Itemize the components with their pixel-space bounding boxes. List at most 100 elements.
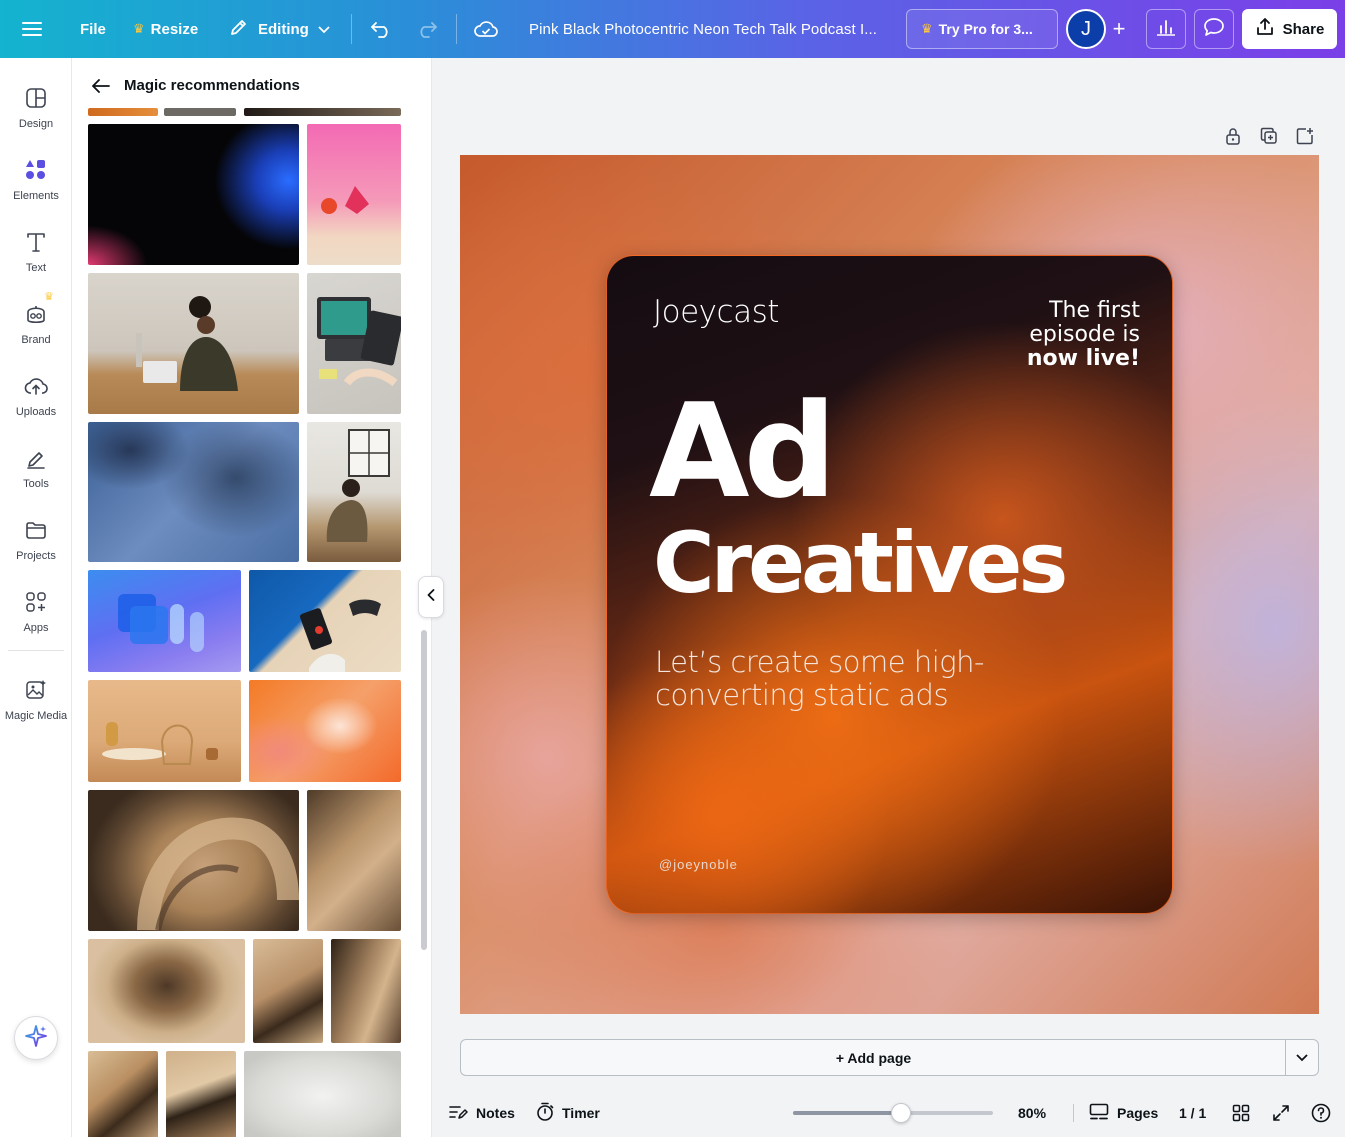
subtitle-text[interactable]: Let’s create some high-converting static… — [655, 646, 1055, 712]
pages-button[interactable]: Pages — [1089, 1095, 1158, 1131]
rail-item-design[interactable]: Design — [0, 80, 72, 144]
toolbar-divider — [351, 14, 352, 44]
headline-ad[interactable]: Ad — [649, 386, 837, 516]
editing-label: Editing — [258, 20, 309, 38]
magic-assistant-button[interactable] — [14, 1016, 58, 1060]
pages-label: Pages — [1117, 1105, 1159, 1121]
redo-icon[interactable] — [414, 0, 440, 58]
image-thumbnail[interactable] — [88, 570, 241, 672]
image-thumbnail[interactable] — [307, 422, 401, 562]
left-rail: Design Elements Text ♛ Brand Uploads Too… — [0, 58, 72, 1137]
rail-item-text[interactable]: Text — [0, 224, 72, 288]
rail-divider — [8, 650, 64, 651]
image-thumbnail[interactable] — [307, 124, 401, 265]
editing-mode-button[interactable]: Editing — [229, 0, 330, 58]
image-thumbnail[interactable] — [166, 1051, 236, 1137]
zoom-slider-handle[interactable] — [891, 1103, 911, 1123]
help-icon[interactable] — [1310, 1102, 1332, 1124]
episode-line-1: The first — [1049, 298, 1140, 323]
image-thumbnail[interactable] — [88, 790, 299, 931]
cloud-saved-icon[interactable] — [472, 0, 500, 58]
image-thumbnail[interactable] — [307, 790, 401, 931]
image-thumbnail[interactable] — [88, 680, 241, 782]
rail-label-projects: Projects — [16, 550, 56, 562]
panel-header: Magic recommendations — [72, 58, 431, 114]
insights-button[interactable] — [1146, 9, 1186, 49]
image-thumbnail[interactable] — [164, 108, 236, 116]
headline-creatives[interactable]: Creatives — [653, 518, 1068, 608]
image-thumbnail[interactable] — [244, 108, 401, 116]
notes-icon — [448, 1104, 468, 1123]
chevron-down-icon — [318, 21, 330, 38]
add-page-button[interactable]: + Add page — [460, 1039, 1286, 1076]
image-thumbnail[interactable] — [307, 273, 401, 414]
image-thumbnail[interactable] — [88, 108, 158, 116]
zoom-level-text: 80% — [1018, 1105, 1047, 1121]
image-thumbnail[interactable] — [253, 939, 323, 1043]
comments-button[interactable] — [1194, 9, 1234, 49]
panel-title: Magic recommendations — [124, 77, 300, 94]
collapse-panel-button[interactable] — [418, 576, 444, 618]
rail-item-apps[interactable]: Apps — [0, 584, 72, 648]
zoom-slider-fill — [793, 1111, 901, 1115]
episode-announcement[interactable]: The first episode is now live! — [1027, 299, 1140, 371]
add-collaborator-icon[interactable]: + — [1104, 13, 1134, 45]
page-count: 1 / 1 — [1179, 1095, 1206, 1131]
chevron-down-icon — [1296, 1049, 1308, 1067]
avatar-initial: J — [1081, 17, 1091, 40]
bar-chart-icon — [1156, 18, 1176, 41]
top-toolbar: File ♛ Resize Editing Pink Black Photoce… — [0, 0, 1345, 58]
try-pro-button[interactable]: ♛ Try Pro for 3... — [906, 9, 1058, 49]
resize-label: Resize — [150, 20, 199, 38]
social-handle[interactable]: @joeynoble — [659, 857, 738, 872]
image-thumbnail[interactable] — [249, 570, 401, 672]
image-thumbnail[interactable] — [331, 939, 401, 1043]
timer-button[interactable]: Timer — [536, 1095, 600, 1131]
fullscreen-icon[interactable] — [1270, 1102, 1292, 1124]
projects-icon — [22, 516, 50, 544]
avatar[interactable]: J — [1066, 9, 1106, 49]
image-thumbnail[interactable] — [244, 1051, 401, 1137]
timer-icon — [536, 1102, 554, 1125]
rail-label-apps: Apps — [23, 622, 49, 634]
image-thumbnail[interactable] — [88, 124, 299, 265]
podcast-card[interactable]: Joeycast The first episode is now live! … — [606, 255, 1173, 914]
share-button[interactable]: Share — [1242, 9, 1337, 49]
image-thumbnail[interactable] — [88, 1051, 158, 1137]
undo-icon[interactable] — [368, 0, 394, 58]
lock-icon[interactable] — [1222, 125, 1244, 147]
text-icon — [22, 228, 50, 256]
design-icon — [22, 84, 50, 112]
back-arrow-icon[interactable] — [89, 74, 113, 98]
image-thumbnail[interactable] — [88, 422, 299, 562]
rail-item-projects[interactable]: Projects — [0, 512, 72, 576]
image-thumbnail[interactable] — [88, 273, 299, 414]
document-title[interactable]: Pink Black Photocentric Neon Tech Talk P… — [529, 0, 877, 58]
file-menu-button[interactable]: File — [80, 0, 106, 58]
grid-view-icon[interactable] — [1230, 1102, 1252, 1124]
add-page-dropdown[interactable] — [1285, 1039, 1319, 1076]
zoom-level-button[interactable]: 80% — [1018, 1095, 1046, 1131]
duplicate-page-icon[interactable] — [1258, 125, 1280, 147]
tools-icon — [22, 444, 50, 472]
rail-item-brand[interactable]: Brand — [0, 296, 72, 360]
pencil-icon — [229, 17, 249, 41]
rail-item-uploads[interactable]: Uploads — [0, 368, 72, 432]
rail-item-elements[interactable]: Elements — [0, 152, 72, 216]
add-page-icon[interactable] — [1294, 125, 1316, 147]
panel-scrollbar[interactable] — [421, 630, 427, 950]
menu-icon[interactable] — [22, 0, 50, 58]
design-canvas[interactable]: Joeycast The first episode is now live! … — [460, 155, 1319, 1014]
brand-name-text[interactable]: Joeycast — [653, 294, 779, 330]
image-thumbnail[interactable] — [88, 939, 245, 1043]
crown-icon: ♛ — [133, 21, 145, 36]
rail-label-brand: Brand — [21, 334, 51, 346]
rail-item-magic-media[interactable]: Magic Media — [0, 672, 72, 736]
toolbar-divider — [456, 14, 457, 44]
magic-media-icon — [22, 676, 50, 704]
notes-button[interactable]: Notes — [448, 1095, 515, 1131]
rail-label-uploads: Uploads — [15, 406, 57, 418]
rail-item-tools[interactable]: Tools — [0, 440, 72, 504]
image-thumbnail[interactable] — [249, 680, 401, 782]
resize-button[interactable]: ♛ Resize — [133, 0, 198, 58]
